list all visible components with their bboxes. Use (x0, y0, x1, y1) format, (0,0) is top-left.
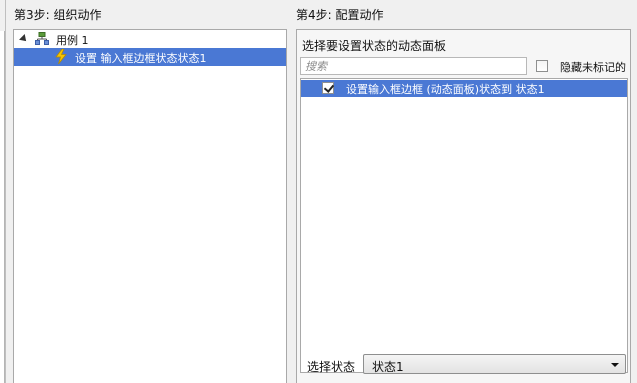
action-editor: 第3步: 组织动作 用例 1 设置 输入框边框状态状态1 第4步: 配置动作 选 (0, 0, 637, 383)
action-tree[interactable]: 用例 1 设置 输入框边框状态状态1 (13, 29, 287, 383)
case-tree-icon (35, 32, 49, 45)
list-item[interactable]: 设置输入框边框 (动态面板)状态到 状态1 (301, 80, 627, 97)
select-state-label: 选择状态 (307, 360, 356, 374)
tree-item-case[interactable]: 用例 1 (14, 30, 286, 48)
dynamic-panel-list[interactable]: 设置输入框边框 (动态面板)状态到 状态1 (300, 78, 628, 373)
previous-panel-edge (0, 0, 6, 383)
state-dropdown-value: 状态1 (372, 360, 404, 374)
step3-title: 第3步: 组织动作 (14, 8, 102, 22)
step4-title: 第4步: 配置动作 (296, 8, 384, 22)
panel-item-label: 设置输入框边框 (动态面板)状态到 状态1 (346, 83, 545, 96)
hide-unmarked-label: 隐藏未标记的 (560, 61, 626, 74)
panel-checkbox[interactable] (322, 82, 335, 94)
hide-unmarked-checkbox[interactable] (536, 60, 548, 72)
checkmark-icon (323, 82, 335, 93)
chevron-down-icon (611, 363, 619, 367)
case-label: 用例 1 (56, 34, 89, 47)
expand-triangle-icon[interactable] (19, 34, 29, 44)
state-dropdown[interactable]: 状态1 (363, 354, 626, 374)
config-heading: 选择要设置状态的动态面板 (302, 39, 447, 53)
configure-action-panel: 选择要设置状态的动态面板 隐藏未标记的 设置输入框边框 (动态面板)状态到 状态… (296, 29, 631, 383)
search-input[interactable] (300, 57, 527, 75)
action-label: 设置 输入框边框状态状态1 (75, 52, 207, 65)
previous-panel-edge-inner (0, 31, 5, 383)
lightning-bolt-icon (55, 49, 67, 64)
tree-item-action[interactable]: 设置 输入框边框状态状态1 (14, 48, 286, 66)
